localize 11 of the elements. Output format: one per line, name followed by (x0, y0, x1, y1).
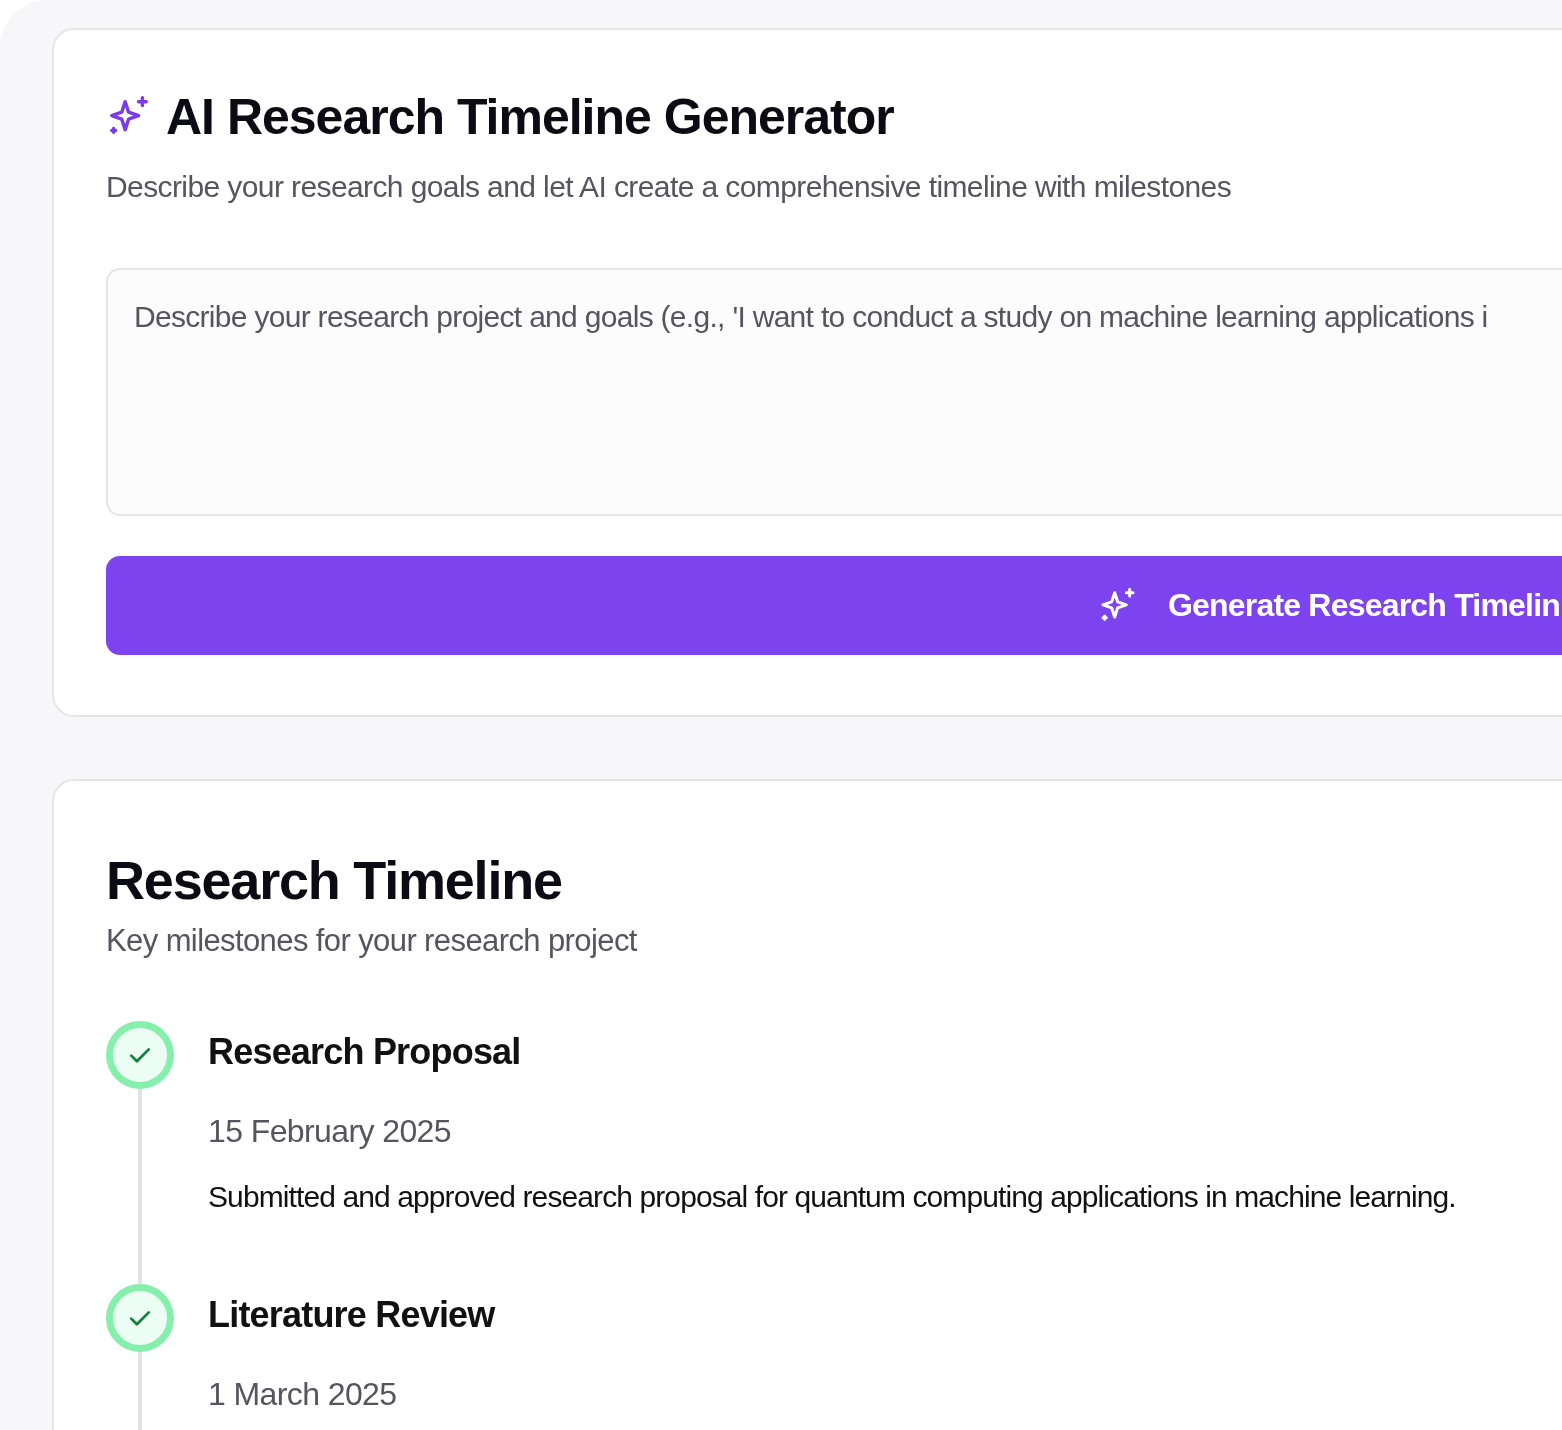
milestone-title: Research Proposal (208, 1031, 522, 1073)
milestone-date: 15 February 2025 (208, 1113, 452, 1150)
generate-button[interactable]: Generate Research Timelin (106, 556, 1562, 655)
page-title: AI Research Timeline Generator (166, 88, 894, 146)
section-title: Research Timeline (106, 849, 563, 911)
milestone-title: Literature Review (208, 1294, 495, 1336)
milestone-description: Submitted and approved research proposal for quantum computing applications in machine learning. (208, 1180, 1456, 1214)
research-description-field[interactable]: Describe your research project and goals (e.g., 'I want to conduct a study on machine learning applications i (106, 268, 1562, 516)
milestone-date: 1 March 2025 (208, 1376, 398, 1413)
page-subtitle: Describe your research goals and let AI create a comprehensive timeline with milestones (106, 170, 1233, 204)
section-subtitle: Key milestones for your research project (106, 923, 638, 959)
